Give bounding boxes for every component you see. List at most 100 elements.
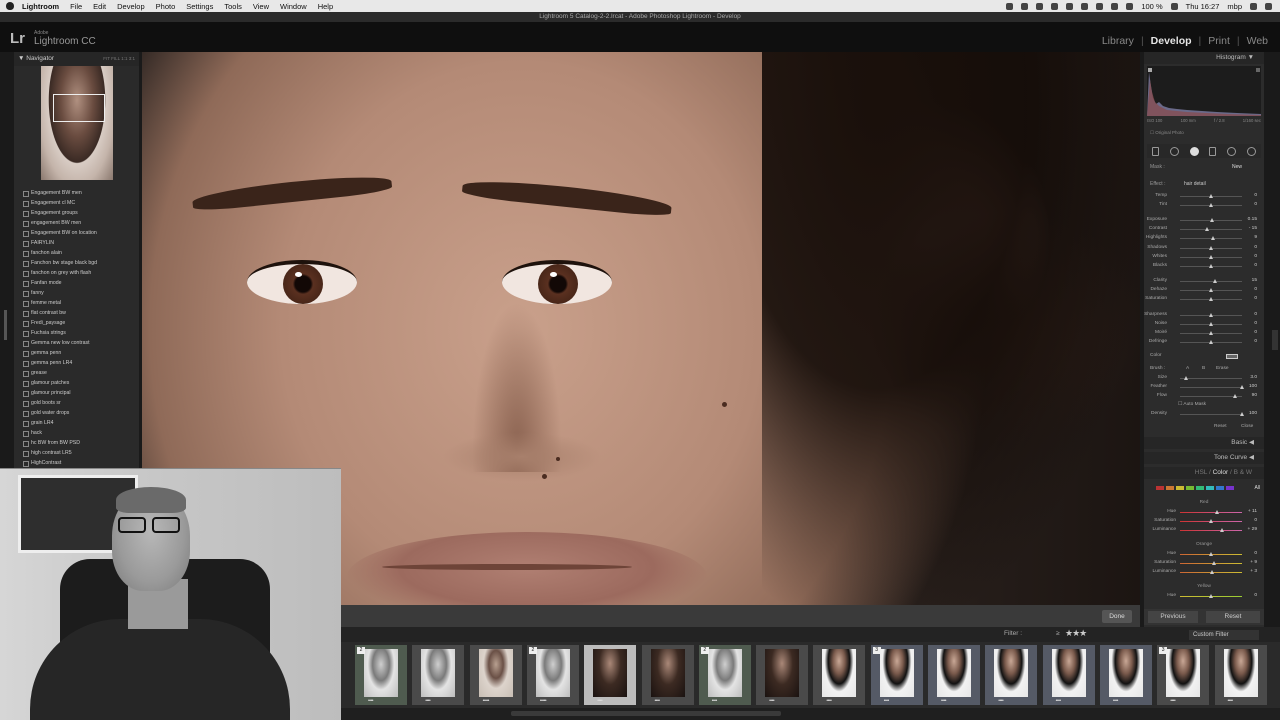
display-icon[interactable] [1066, 2, 1074, 10]
collection-item[interactable]: gemma penn [18, 348, 136, 358]
filter-rating-stars[interactable]: ★★★ [1065, 628, 1087, 639]
filmstrip-thumbnail[interactable]: •••• [1042, 645, 1095, 705]
slider-knob[interactable] [1208, 519, 1213, 523]
slider-knob[interactable] [1208, 297, 1213, 301]
stack-count-badge[interactable]: 3 [872, 647, 881, 654]
collection-item[interactable]: HighContrast [18, 458, 136, 468]
spot-removal-icon[interactable] [1169, 146, 1179, 156]
auto-mask-checkbox[interactable]: ☐ Auto Mask [1178, 402, 1206, 407]
slider-value[interactable]: 0 [1241, 263, 1257, 268]
status-icon[interactable] [1051, 2, 1059, 10]
menu-develop[interactable]: Develop [117, 2, 145, 11]
slider-knob[interactable] [1214, 510, 1219, 514]
slider-track[interactable] [1180, 563, 1242, 564]
collection-item[interactable]: femme metal [18, 298, 136, 308]
tab-color[interactable]: Color [1213, 469, 1229, 476]
collection-item[interactable]: Gemma new low contrast [18, 338, 136, 348]
slider-value[interactable]: 0 [1241, 287, 1257, 292]
slider-knob[interactable] [1212, 561, 1217, 565]
slider-value[interactable]: + 3 [1241, 569, 1257, 574]
collection-item[interactable]: gold water drops [18, 408, 136, 418]
search-icon[interactable] [1250, 2, 1257, 10]
collection-item[interactable]: grain LR4 [18, 418, 136, 428]
slider-value[interactable]: 15 [1241, 278, 1257, 283]
brush-a-button[interactable]: A [1186, 366, 1189, 371]
filmstrip-thumbnail[interactable]: 2 ••••• [526, 645, 579, 705]
original-photo-checkbox[interactable]: ☐ Original Photo [1150, 130, 1184, 136]
tab-hsl[interactable]: HSL [1195, 469, 1207, 476]
slider-knob[interactable] [1208, 331, 1213, 335]
collection-item[interactable]: Fuchsia strings [18, 328, 136, 338]
filmstrip-thumbnail[interactable]: •••• [584, 645, 637, 705]
collection-item[interactable]: Engagement BW on location [18, 228, 136, 238]
slider-track[interactable] [1180, 281, 1242, 282]
custom-filter-dropdown[interactable]: Custom Filter [1189, 630, 1259, 640]
filmstrip-thumbnail[interactable]: 2 •••• [698, 645, 751, 705]
menu-edit[interactable]: Edit [93, 2, 106, 11]
slider-value[interactable]: 0 [1241, 245, 1257, 250]
crop-tool-icon[interactable] [1152, 146, 1160, 156]
color-swatch-button[interactable] [1216, 485, 1224, 490]
filmstrip-thumbnail[interactable]: 3 •••• [1157, 645, 1210, 705]
color-swatch-button[interactable] [1166, 485, 1174, 490]
clock[interactable]: Thu 16:27 [1186, 2, 1220, 11]
filmstrip-scroll-thumb[interactable] [511, 711, 781, 716]
apple-logo-icon[interactable] [6, 2, 14, 10]
slider-value[interactable]: - 15 [1241, 226, 1257, 231]
battery-level[interactable]: 100 % [1141, 2, 1162, 11]
all-colors-button[interactable]: All [1254, 485, 1260, 491]
slider-knob[interactable] [1209, 218, 1214, 222]
slider-knob[interactable] [1208, 245, 1213, 250]
status-icon[interactable] [1006, 2, 1014, 10]
effect-preset-dropdown[interactable]: hair detail [1184, 181, 1206, 187]
filmstrip-thumbnail[interactable]: •••• [412, 645, 465, 705]
collection-item[interactable]: engagement BW men [18, 218, 136, 228]
tab-bw[interactable]: B & W [1234, 469, 1252, 476]
slider-knob[interactable] [1208, 340, 1213, 344]
bluetooth-icon[interactable] [1096, 2, 1104, 10]
slider-value[interactable]: 90 [1241, 393, 1257, 398]
collection-item[interactable]: FAIRYLIN [18, 238, 136, 248]
slider-value[interactable]: 9 [1241, 235, 1257, 240]
menu-help[interactable]: Help [318, 2, 333, 11]
collection-item[interactable]: Fredi_paysage [18, 318, 136, 328]
collection-item[interactable]: Fanfan mode [18, 278, 136, 288]
stack-count-badge[interactable]: 2 [357, 647, 365, 654]
slider-knob[interactable] [1208, 313, 1213, 317]
collection-item[interactable]: flat contrast bw [18, 308, 136, 318]
slider-knob[interactable] [1204, 227, 1209, 232]
collection-item[interactable]: hc BW from BW PSD [18, 438, 136, 448]
filmstrip-scrollbar[interactable] [341, 708, 1280, 720]
menu-photo[interactable]: Photo [156, 2, 176, 11]
slider-track[interactable] [1180, 512, 1242, 513]
slider-value[interactable]: 0 [1241, 321, 1257, 326]
color-swatch-button[interactable] [1186, 485, 1194, 490]
color-swatch-button[interactable] [1226, 485, 1234, 490]
mask-reset-button[interactable]: Reset [1214, 424, 1227, 429]
filmstrip-thumbnail[interactable]: •••• [813, 645, 866, 705]
slider-value[interactable]: 0 [1241, 193, 1257, 198]
collection-item[interactable]: Engagement groups [18, 208, 136, 218]
filmstrip-thumbnail[interactable]: •••• [641, 645, 694, 705]
slider-knob[interactable] [1219, 528, 1224, 532]
slider-value[interactable]: 3.0 [1241, 375, 1257, 380]
shadow-clipping-indicator[interactable] [1148, 68, 1152, 72]
red-eye-icon[interactable] [1189, 146, 1199, 156]
slider-value[interactable]: 0 [1241, 312, 1257, 317]
slider-value[interactable]: + 9 [1241, 560, 1257, 565]
right-panel-edge-handle[interactable] [1272, 330, 1278, 350]
slider-value[interactable]: 0 [1241, 593, 1257, 598]
tone-curve-section-header[interactable]: Tone Curve ◀ [1144, 452, 1264, 464]
slider-value[interactable]: 0 [1241, 551, 1257, 556]
brush-b-button[interactable]: B [1202, 366, 1205, 371]
slider-value[interactable]: 100 [1241, 411, 1257, 416]
basic-section-header[interactable]: Basic ◀ [1144, 437, 1264, 449]
collection-item[interactable]: gemma penn LR4 [18, 358, 136, 368]
collection-item[interactable]: fanny [18, 288, 136, 298]
stack-count-badge[interactable]: 3 [1159, 647, 1168, 654]
status-icon[interactable] [1021, 2, 1029, 10]
color-swatch-button[interactable] [1176, 485, 1184, 490]
slider-knob[interactable] [1212, 279, 1217, 283]
filmstrip-thumbnail[interactable]: 2 •••• [355, 645, 407, 705]
filmstrip-thumbnail[interactable]: ••••• [469, 645, 522, 705]
